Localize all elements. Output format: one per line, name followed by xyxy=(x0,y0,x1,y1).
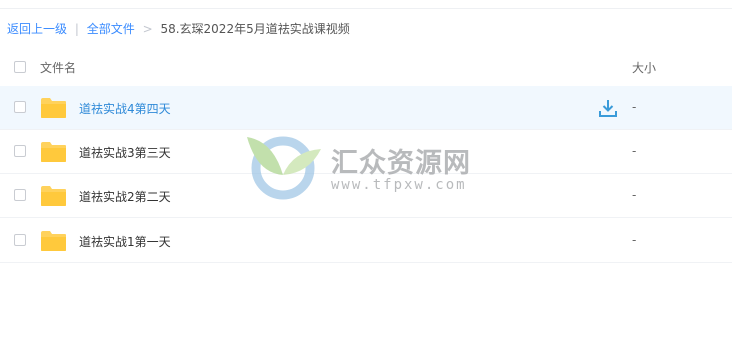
file-name[interactable]: 道祛实战3第三天 xyxy=(79,144,171,161)
column-filename[interactable]: 文件名 xyxy=(40,59,76,76)
watermark-title: 汇众资源网 xyxy=(331,148,471,179)
folder-icon xyxy=(41,231,66,251)
file-size: - xyxy=(632,188,637,202)
file-name[interactable]: 道祛实战1第一天 xyxy=(79,233,171,250)
download-icon[interactable] xyxy=(598,98,618,118)
row-checkbox[interactable] xyxy=(14,101,26,113)
current-folder: 58.玄琛2022年5月道祛实战课视频 xyxy=(160,22,350,36)
row-checkbox[interactable] xyxy=(14,234,26,246)
file-name[interactable]: 道祛实战4第四天 xyxy=(79,100,171,117)
select-all-checkbox[interactable] xyxy=(14,61,26,73)
file-row[interactable]: 道祛实战4第四天 - xyxy=(0,86,732,130)
column-size[interactable]: 大小 xyxy=(632,59,656,76)
watermark-url: www.tfpxw.com xyxy=(331,177,467,193)
folder-icon xyxy=(41,98,66,118)
file-size: - xyxy=(632,100,637,114)
file-list-header: 文件名 大小 xyxy=(0,48,732,87)
row-checkbox[interactable] xyxy=(14,145,26,157)
breadcrumb: 返回上一级 | 全部文件 > 58.玄琛2022年5月道祛实战课视频 xyxy=(7,20,350,38)
folder-icon xyxy=(41,186,66,206)
file-name[interactable]: 道祛实战2第二天 xyxy=(79,188,171,205)
top-divider xyxy=(0,8,732,9)
back-link[interactable]: 返回上一级 xyxy=(7,22,67,36)
watermark: 汇众资源网 www.tfpxw.com xyxy=(243,133,493,203)
breadcrumb-arrow: > xyxy=(142,22,153,36)
file-row[interactable]: 道祛实战1第一天 - xyxy=(0,219,732,263)
all-files-link[interactable]: 全部文件 xyxy=(87,22,135,36)
folder-icon xyxy=(41,142,66,162)
breadcrumb-separator: | xyxy=(74,22,79,36)
watermark-logo-icon xyxy=(247,136,321,200)
row-checkbox[interactable] xyxy=(14,189,26,201)
file-size: - xyxy=(632,144,637,158)
file-size: - xyxy=(632,233,637,247)
